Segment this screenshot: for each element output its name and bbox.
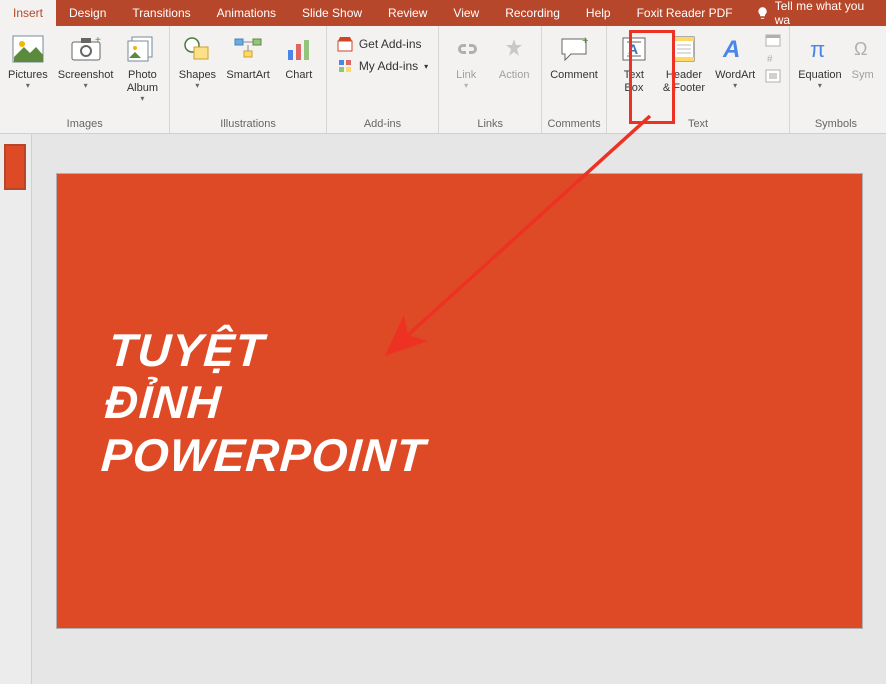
wordart-icon: A bbox=[720, 35, 750, 63]
object-icon bbox=[765, 69, 781, 83]
slide-number-button[interactable]: # bbox=[761, 50, 785, 66]
action-button[interactable]: Action bbox=[491, 28, 537, 85]
workspace: TUYỆT ĐỈNH POWERPOINT bbox=[0, 134, 886, 684]
group-label-text: Text bbox=[611, 116, 785, 133]
svg-text:Ω: Ω bbox=[854, 39, 867, 59]
photo-album-icon bbox=[127, 36, 157, 62]
comment-icon: + bbox=[559, 36, 589, 62]
symbol-icon: Ω bbox=[852, 37, 874, 61]
equation-icon: π bbox=[806, 35, 834, 63]
chart-icon bbox=[285, 36, 313, 62]
addins-icon bbox=[337, 58, 353, 74]
chart-button[interactable]: Chart bbox=[276, 28, 322, 85]
slide-title-text[interactable]: TUYỆT ĐỈNH POWERPOINT bbox=[99, 324, 434, 481]
link-icon bbox=[452, 39, 480, 59]
tab-insert[interactable]: Insert bbox=[0, 0, 56, 26]
symbol-button[interactable]: Ω Sym bbox=[848, 28, 878, 85]
smartart-button[interactable]: SmartArt bbox=[222, 28, 273, 85]
ribbon: Pictures ▾ + Screenshot ▾ Photo Album ▾ … bbox=[0, 26, 886, 134]
wordart-button[interactable]: A WordArt ▾ bbox=[711, 28, 759, 93]
header-footer-button[interactable]: Header & Footer bbox=[659, 28, 709, 98]
photo-album-button[interactable]: Photo Album ▾ bbox=[119, 28, 165, 106]
date-time-button[interactable] bbox=[761, 32, 785, 48]
group-label-links: Links bbox=[443, 116, 537, 133]
picture-icon bbox=[12, 35, 44, 63]
lightbulb-icon bbox=[756, 6, 769, 20]
slide-area[interactable]: TUYỆT ĐỈNH POWERPOINT bbox=[32, 134, 886, 684]
camera-icon: + bbox=[71, 37, 101, 61]
svg-text:+: + bbox=[582, 36, 588, 47]
svg-text:A: A bbox=[722, 36, 740, 63]
svg-text:#: # bbox=[767, 54, 773, 65]
number-icon: # bbox=[765, 51, 781, 65]
textbox-icon: A bbox=[621, 36, 647, 62]
smartart-icon bbox=[233, 37, 263, 61]
equation-button[interactable]: π Equation ▾ bbox=[794, 28, 845, 93]
store-icon bbox=[337, 36, 353, 52]
group-label-symbols: Symbols bbox=[794, 116, 877, 133]
tab-design[interactable]: Design bbox=[56, 0, 119, 26]
tab-foxit[interactable]: Foxit Reader PDF bbox=[624, 0, 746, 26]
svg-text:A: A bbox=[628, 41, 638, 57]
group-label-images: Images bbox=[4, 116, 165, 133]
shapes-button[interactable]: Shapes ▾ bbox=[174, 28, 220, 93]
svg-text:π: π bbox=[810, 37, 825, 62]
tell-me-label: Tell me what you wa bbox=[775, 0, 876, 27]
tell-me-search[interactable]: Tell me what you wa bbox=[746, 0, 886, 26]
thumbnail-panel bbox=[0, 134, 32, 684]
tab-review[interactable]: Review bbox=[375, 0, 440, 26]
slide-canvas[interactable]: TUYỆT ĐỈNH POWERPOINT bbox=[57, 174, 862, 628]
tab-recording[interactable]: Recording bbox=[492, 0, 573, 26]
header-footer-icon bbox=[672, 35, 696, 63]
svg-text:+: + bbox=[95, 37, 101, 46]
date-icon bbox=[765, 33, 781, 47]
link-button[interactable]: Link ▾ bbox=[443, 28, 489, 93]
action-icon bbox=[501, 37, 527, 61]
object-button[interactable] bbox=[761, 68, 785, 84]
tab-view[interactable]: View bbox=[440, 0, 492, 26]
group-links: Link ▾ Action Links bbox=[439, 26, 542, 133]
group-symbols: π Equation ▾ Ω Sym Symbols bbox=[790, 26, 881, 133]
tab-animations[interactable]: Animations bbox=[204, 0, 289, 26]
group-label-illustrations: Illustrations bbox=[174, 116, 321, 133]
group-text: A Text Box Header & Footer A WordArt ▾ # bbox=[607, 26, 790, 133]
comment-button[interactable]: + Comment bbox=[546, 28, 602, 85]
pictures-button[interactable]: Pictures ▾ bbox=[4, 28, 52, 93]
ribbon-tabs: Insert Design Transitions Animations Sli… bbox=[0, 0, 886, 26]
get-addins-button[interactable]: Get Add-ins bbox=[331, 34, 434, 54]
textbox-button[interactable]: A Text Box bbox=[611, 28, 657, 98]
tab-transitions[interactable]: Transitions bbox=[119, 0, 203, 26]
my-addins-button[interactable]: My Add-ins ▾ bbox=[331, 56, 434, 76]
slide-thumbnail-1[interactable] bbox=[4, 144, 26, 190]
screenshot-button[interactable]: + Screenshot ▾ bbox=[54, 28, 118, 93]
group-label-addins: Add-ins bbox=[331, 116, 434, 133]
shapes-icon bbox=[182, 35, 212, 63]
group-label-comments: Comments bbox=[546, 116, 602, 133]
tab-slideshow[interactable]: Slide Show bbox=[289, 0, 375, 26]
group-illustrations: Shapes ▾ SmartArt Chart Illustrations bbox=[170, 26, 326, 133]
group-comments: + Comment Comments bbox=[542, 26, 607, 133]
tab-help[interactable]: Help bbox=[573, 0, 624, 26]
group-addins: Get Add-ins My Add-ins ▾ Add-ins bbox=[327, 26, 439, 133]
group-images: Pictures ▾ + Screenshot ▾ Photo Album ▾ … bbox=[0, 26, 170, 133]
